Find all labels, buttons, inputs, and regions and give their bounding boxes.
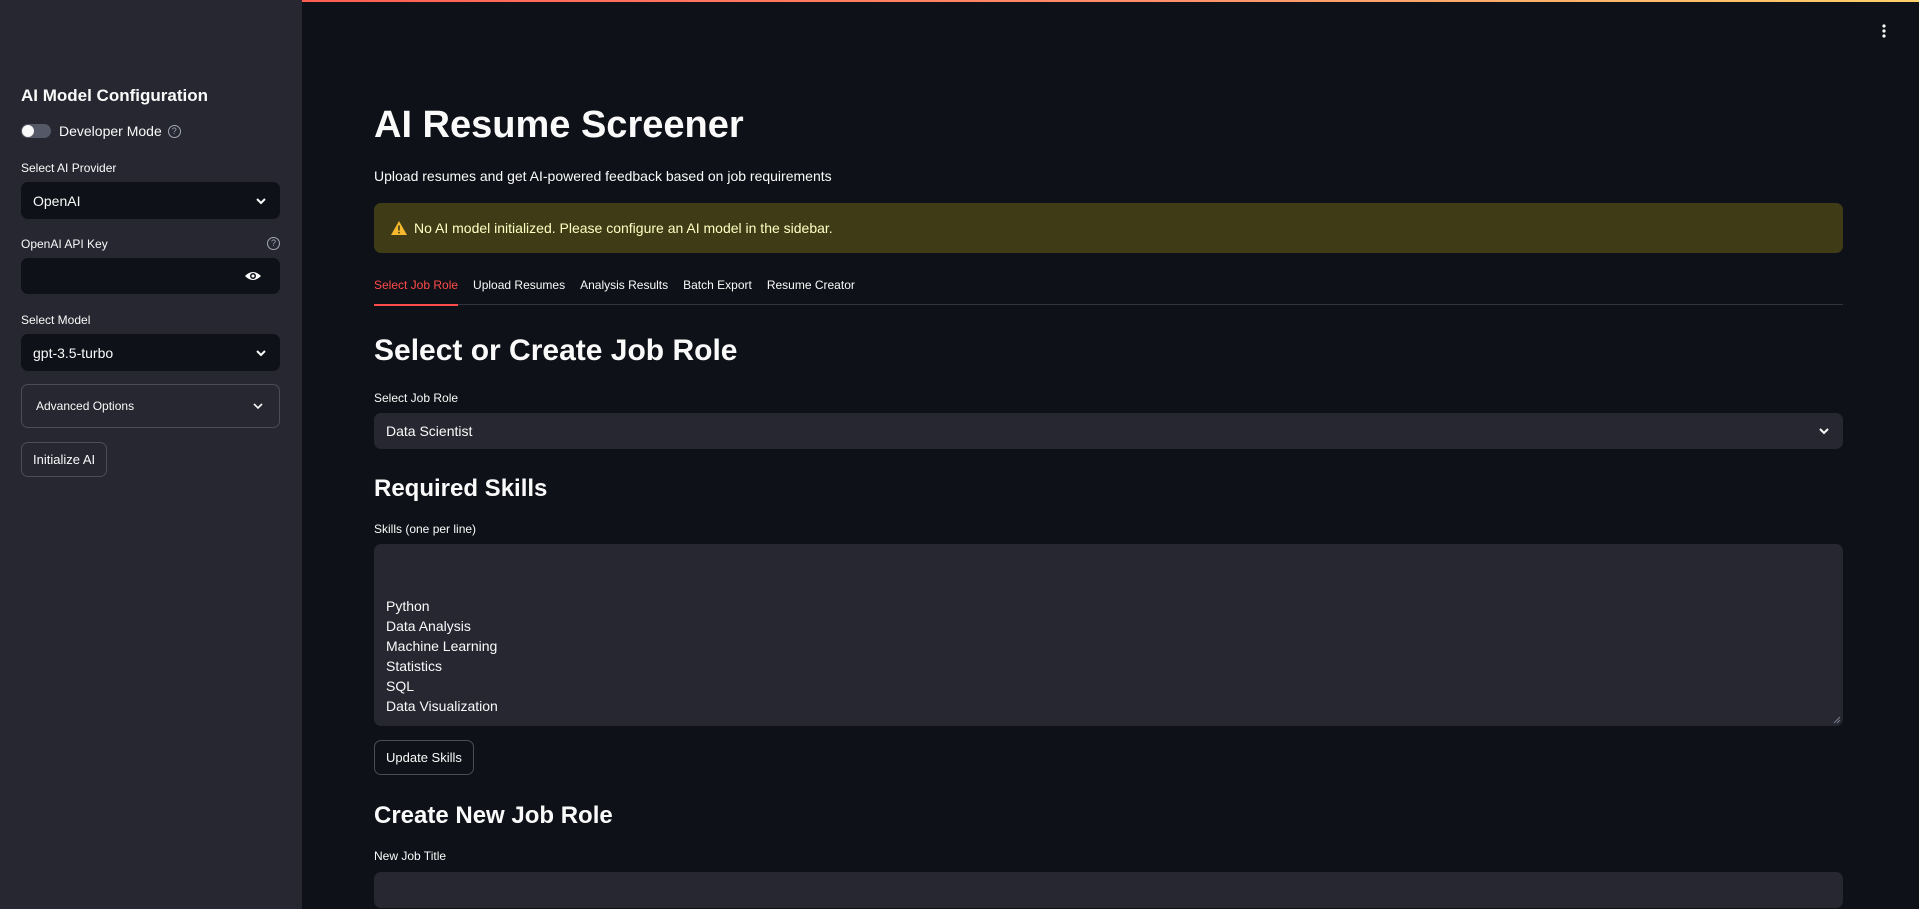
warning-icon [391,221,407,235]
skills-title: Required Skills [374,475,548,502]
skill-line: Data Analysis [386,618,471,634]
skill-line: SQL [386,678,415,694]
help-icon[interactable]: ? [267,237,280,250]
skill-line: Machine Learning [386,638,498,654]
chevron-down-icon [1819,428,1829,435]
chevron-down-icon [256,349,266,356]
tab-analysis-results[interactable]: Analysis Results [580,272,668,305]
tab-upload-resumes[interactable]: Upload Resumes [473,272,565,305]
developer-mode-row: Developer Mode ? [21,123,181,139]
initialize-ai-button[interactable]: Initialize AI [21,442,108,477]
page-subtitle: Upload resumes and get AI-powered feedba… [374,168,832,184]
provider-value: OpenAI [33,192,81,209]
developer-mode-label: Developer Mode [59,123,162,139]
skill-line: Data Visualization [386,698,498,714]
provider-label: Select AI Provider [21,161,117,175]
model-label: Select Model [21,313,91,327]
skills-textarea[interactable]: Python Data Analysis Machine Learning Stati… [374,544,1843,726]
skills-list: Python Data Analysis Machine Learning Stati… [386,596,1831,716]
tab-select-job-role[interactable]: Select Job Role [374,272,459,306]
api-key-label: OpenAI API Key [21,237,108,251]
sidebar: AI Model Configuration Developer Mode ? … [0,0,302,909]
new-job-title-label: New Job Title [374,849,447,863]
skill-line: Statistics [386,658,443,674]
help-icon[interactable]: ? [167,124,181,138]
eye-icon[interactable] [244,270,262,282]
create-job-role-title: Create New Job Role [374,802,613,829]
skill-line: Python [386,598,430,614]
advanced-options-expander[interactable]: Advanced Options [21,384,280,428]
tab-resume-creator[interactable]: Resume Creator [767,272,855,305]
developer-mode-toggle[interactable] [21,124,51,138]
job-role-select[interactable]: Data Scientist [374,413,1843,449]
tab-bar: Select Job Role Upload Resumes Analysis … [374,272,1843,306]
job-role-label: Select Job Role [374,391,459,405]
api-key-input[interactable] [21,258,280,294]
chevron-down-icon [253,403,263,410]
section-title: Select or Create Job Role [374,334,738,367]
resize-grip-icon[interactable] [1833,716,1841,724]
page-title: AI Resume Screener [374,104,744,146]
job-role-value: Data Scientist [386,423,473,439]
provider-select[interactable]: OpenAI [21,182,280,219]
warning-alert: No AI model initialized. Please configur… [374,203,1843,253]
advanced-options-label: Advanced Options [36,399,135,413]
skills-label: Skills (one per line) [374,522,477,536]
sidebar-title: AI Model Configuration [21,86,208,105]
update-skills-button[interactable]: Update Skills [374,740,474,775]
chevron-down-icon [256,197,266,204]
model-select[interactable]: gpt-3.5-turbo [21,334,280,371]
more-vertical-icon[interactable] [1882,24,1886,38]
model-value: gpt-3.5-turbo [33,344,114,361]
new-job-title-input[interactable] [374,872,1843,908]
warning-text: No AI model initialized. Please configur… [414,220,833,236]
tab-batch-export[interactable]: Batch Export [683,272,752,305]
